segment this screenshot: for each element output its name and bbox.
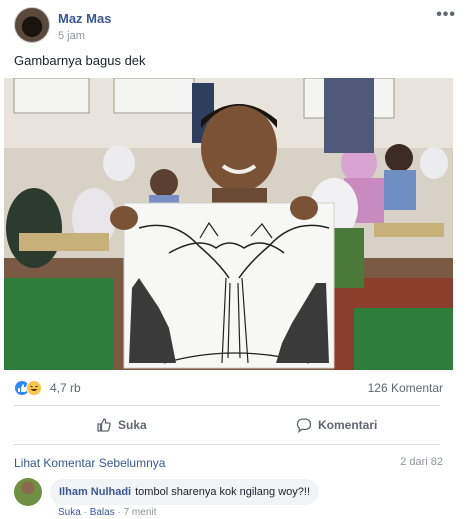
divider [14, 405, 440, 406]
ellipsis-icon[interactable]: ••• [436, 6, 456, 24]
comment-text: tombol sharenya kok ngilang woy?!! [135, 486, 311, 498]
thumbs-up-icon [97, 418, 111, 432]
commenter-avatar[interactable] [14, 478, 42, 506]
post-timestamp[interactable]: 5 jam [58, 30, 85, 42]
view-previous-comments-link[interactable]: Lihat Komentar Sebelumnya [14, 456, 165, 470]
haha-icon [26, 380, 42, 396]
post-text: Gambarnya bagus dek [14, 53, 146, 68]
like-button[interactable]: Suka [96, 415, 147, 435]
like-button-label: Suka [118, 418, 147, 432]
comment-author[interactable]: Ilham Nulhadi [59, 486, 131, 498]
classroom-photo-image [4, 78, 453, 370]
post-author[interactable]: Maz Mas [58, 11, 111, 26]
comment-count[interactable]: 126 Komentar [368, 381, 443, 395]
comment-icon [296, 418, 312, 433]
comment-timestamp[interactable]: 7 menit [124, 507, 157, 518]
comment-button[interactable]: Komentari [296, 415, 377, 435]
comment-like-link[interactable]: Suka [58, 507, 81, 518]
comment-pager: 2 dari 82 [400, 456, 443, 468]
reaction-count[interactable]: 4,7 rb [50, 381, 81, 395]
author-avatar[interactable] [14, 7, 50, 43]
comment-bubble: Ilham Nulhadi tombol sharenya kok ngilan… [50, 479, 320, 505]
comment-reply-link[interactable]: Balas [90, 507, 115, 518]
comment-actions: Suka · Balas · 7 menit [58, 507, 156, 518]
divider [14, 444, 440, 445]
comment-button-label: Komentari [318, 418, 378, 432]
post-header: Maz Mas 5 jam ••• [0, 0, 474, 50]
reaction-summary[interactable]: 4,7 rb [14, 379, 81, 397]
post-photo[interactable] [4, 78, 453, 370]
